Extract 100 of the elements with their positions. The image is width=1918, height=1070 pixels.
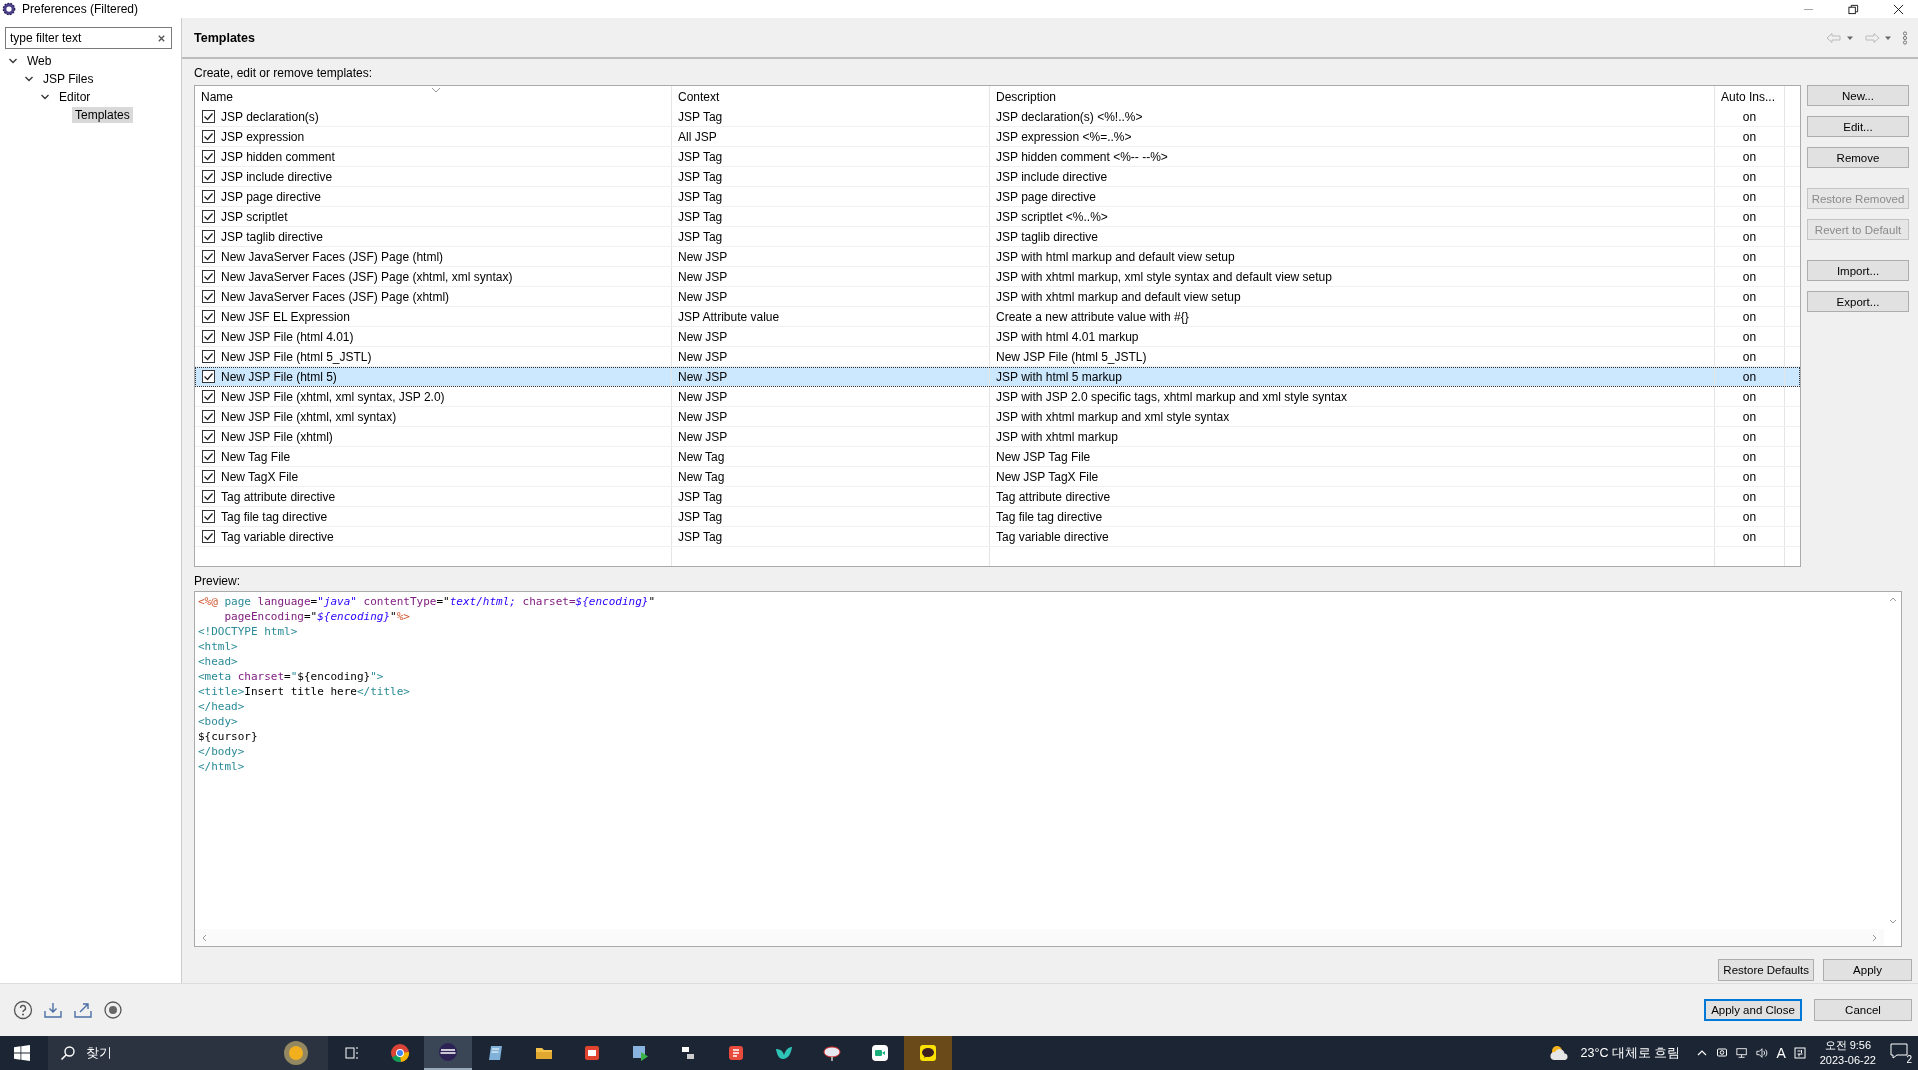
table-row[interactable]: New Tag File New Tag New JSP Tag File on	[195, 447, 1800, 467]
tree-item[interactable]: Editor	[56, 89, 94, 105]
chevron-icon[interactable]	[8, 56, 18, 66]
checkbox[interactable]	[202, 370, 215, 383]
checkbox[interactable]	[202, 110, 215, 123]
table-row[interactable]: New JSP File (xhtml, xml syntax, JSP 2.0) New JSP JSP with JSP 2.0 specific tags, xhtml markup and xml style syntax on	[195, 387, 1800, 407]
table-cell: on	[1742, 209, 1757, 224]
table-row[interactable]: JSP page directive JSP Tag JSP page directive on	[195, 187, 1800, 207]
table-row[interactable]: JSP hidden comment JSP Tag JSP hidden comment <%-- --%> on	[195, 147, 1800, 167]
checkbox[interactable]	[202, 390, 215, 403]
column-header[interactable]: Auto Ins...	[1715, 86, 1785, 107]
import-icon[interactable]	[43, 1000, 63, 1020]
help-icon[interactable]	[13, 1000, 33, 1020]
side-button[interactable]: Edit...	[1807, 116, 1909, 137]
checkbox[interactable]	[202, 490, 215, 503]
chat-bubble-icon[interactable]	[918, 1043, 938, 1063]
input-mode[interactable]: A	[1776, 1045, 1786, 1061]
side-button[interactable]: New...	[1807, 85, 1909, 106]
keyboard-icon[interactable]	[1793, 1047, 1806, 1059]
checkbox[interactable]	[202, 270, 215, 283]
page-button[interactable]: Restore Defaults	[1718, 959, 1814, 981]
column-header[interactable]: Description	[990, 86, 1715, 107]
checkbox[interactable]	[202, 510, 215, 523]
windows-logo-icon[interactable]	[14, 1045, 30, 1061]
checkbox[interactable]	[202, 190, 215, 203]
network-icon[interactable]	[1736, 1047, 1749, 1059]
checkbox[interactable]	[202, 150, 215, 163]
table-row[interactable]: JSP taglib directive JSP Tag JSP taglib directive on	[195, 227, 1800, 247]
side-button[interactable]: Export...	[1807, 291, 1909, 312]
table-row[interactable]: New JSP File (html 5) New JSP JSP with html 5 markup on	[195, 367, 1800, 387]
table-row[interactable]: New JavaServer Faces (JSF) Page (xhtml, xml syntax) New JSP JSP with xhtml markup, xml style syntax and default view setup on	[195, 267, 1800, 287]
clear-icon[interactable]	[157, 33, 166, 43]
table-row[interactable]: New JSP File (xhtml) New JSP JSP with xhtml markup on	[195, 427, 1800, 447]
scroll-left-icon[interactable]	[201, 933, 207, 942]
tree-item[interactable]: Web	[24, 53, 55, 69]
checkbox[interactable]	[202, 430, 215, 443]
table-row[interactable]: New JSF EL Expression JSP Attribute value Create a new attribute value with #{} on	[195, 307, 1800, 327]
table-row[interactable]: New JavaServer Faces (JSF) Page (xhtml) New JSP JSP with xhtml markup and default view setup on	[195, 287, 1800, 307]
speaker-icon[interactable]	[1756, 1047, 1769, 1059]
checkbox[interactable]	[202, 230, 215, 243]
table-row[interactable]: JSP expression All JSP JSP expression <%=..%> on	[195, 127, 1800, 147]
clock-date[interactable]: 2023-06-22	[1819, 1053, 1876, 1068]
table-row[interactable]: JSP scriptlet JSP Tag JSP scriptlet <%..%> on	[195, 207, 1800, 227]
dialog-button[interactable]: Cancel	[1814, 999, 1912, 1021]
checkbox[interactable]	[202, 170, 215, 183]
document-app-icon[interactable]	[582, 1043, 602, 1063]
horizontal-scrollbar[interactable]	[195, 929, 1884, 946]
chevron-icon[interactable]	[24, 74, 34, 84]
checkbox[interactable]	[202, 310, 215, 323]
table-row[interactable]: New JSP File (html 4.01) New JSP JSP with html 4.01 markup on	[195, 327, 1800, 347]
video-camera-icon[interactable]	[870, 1043, 890, 1063]
scroll-up-icon[interactable]	[1888, 596, 1897, 602]
table-row[interactable]: New JavaServer Faces (JSF) Page (html) New JSP JSP with html markup and default view setup on	[195, 247, 1800, 267]
table-cell: on	[1742, 389, 1757, 404]
export-icon[interactable]	[73, 1000, 93, 1020]
checkbox[interactable]	[202, 530, 215, 543]
checkbox[interactable]	[202, 210, 215, 223]
camera-icon[interactable]	[1716, 1047, 1729, 1059]
close-icon[interactable]	[1893, 3, 1904, 15]
filter-input[interactable]: type filter text	[6, 31, 157, 45]
clock-time[interactable]: 오전 9:56	[1824, 1038, 1872, 1053]
side-button[interactable]: Import...	[1807, 260, 1909, 281]
record-icon[interactable]	[103, 1000, 123, 1020]
scroll-down-icon[interactable]	[1888, 919, 1897, 925]
table-row[interactable]: New JSP File (xhtml, xml syntax) New JSP JSP with xhtml markup and xml style syntax on	[195, 407, 1800, 427]
checkbox[interactable]	[202, 350, 215, 363]
table-row[interactable]: JSP declaration(s) JSP Tag JSP declaration(s) <%!..%> on	[195, 107, 1800, 127]
table-cell: New JSP File (html 5_JSTL)	[996, 349, 1147, 364]
table-cell: JSP declaration(s)	[221, 109, 319, 124]
table-cell: Tag attribute directive	[996, 489, 1111, 504]
column-header[interactable]: Context	[672, 86, 990, 107]
table-row[interactable]: JSP include directive JSP Tag JSP include directive on	[195, 167, 1800, 187]
tree-item[interactable]: JSP Files	[40, 71, 97, 87]
checkbox[interactable]	[202, 130, 215, 143]
table-row[interactable]: New TagX File New Tag New JSP TagX File on	[195, 467, 1800, 487]
column-header[interactable]: Name	[195, 86, 672, 107]
weather-text[interactable]: 23°C 대체로 흐림	[1580, 1044, 1681, 1062]
notification-icon[interactable]	[1890, 1043, 1908, 1059]
scroll-right-icon[interactable]	[1872, 933, 1878, 942]
checkbox[interactable]	[202, 410, 215, 423]
table-row[interactable]: Tag variable directive JSP Tag Tag variable directive on	[195, 527, 1800, 547]
slides-app-icon[interactable]	[726, 1043, 746, 1063]
more-icon[interactable]	[1902, 30, 1908, 45]
browser-icon[interactable]	[390, 1043, 410, 1063]
tree-item[interactable]: Templates	[72, 107, 133, 123]
table-row[interactable]: Tag attribute directive JSP Tag Tag attribute directive on	[195, 487, 1800, 507]
table-row[interactable]: Tag file tag directive JSP Tag Tag file tag directive on	[195, 507, 1800, 527]
side-button[interactable]: Remove	[1807, 147, 1909, 168]
filter-field[interactable]: type filter text	[5, 27, 172, 49]
taskbar-search[interactable]: 찾기	[48, 1036, 328, 1070]
media-player-icon[interactable]	[630, 1043, 650, 1063]
chevron-icon[interactable]	[40, 92, 50, 102]
checkbox[interactable]	[202, 450, 215, 463]
checkbox[interactable]	[202, 470, 215, 483]
restore-icon[interactable]	[1848, 3, 1859, 15]
page-button[interactable]: Apply	[1823, 959, 1912, 981]
checkbox[interactable]	[202, 250, 215, 263]
checkbox[interactable]	[202, 290, 215, 303]
checkbox[interactable]	[202, 330, 215, 343]
dialog-button[interactable]: Apply and Close	[1704, 999, 1802, 1021]
